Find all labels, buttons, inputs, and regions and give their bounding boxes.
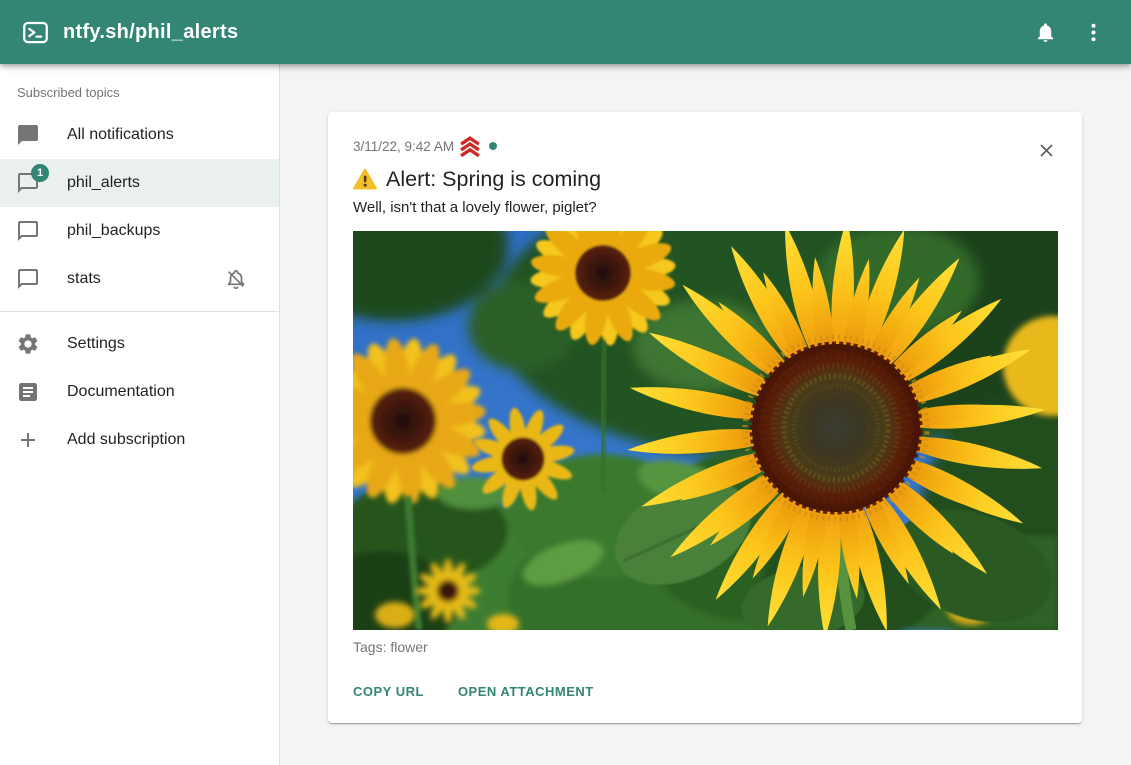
notification-tags: Tags: flower [353,639,1058,655]
notifications-off-icon [224,267,248,291]
chat-bubble-outline-icon [16,267,40,291]
sidebar-item-add-subscription[interactable]: Add subscription [0,416,279,464]
sidebar-item-all-notifications[interactable]: All notifications [0,111,279,159]
chat-bubble-filled-icon [16,123,40,147]
sidebar-item-label: phil_alerts [67,174,140,192]
sidebar-item-label: All notifications [67,126,174,144]
notification-title: Alert: Spring is coming [386,165,601,193]
terminal-logo-icon [22,19,49,46]
notification-title-row: Alert: Spring is coming [353,165,1058,193]
unread-count-badge: 1 [31,164,49,182]
sidebar-item-label: stats [67,270,101,288]
sidebar: Subscribed topics All notifications 1 ph… [0,64,280,765]
notification-actions: COPY URL OPEN ATTACHMENT [353,680,1058,703]
notification-meta: 3/11/22, 9:42 AM [353,135,1058,157]
notifications-icon[interactable] [1023,10,1067,54]
attachment-image[interactable] [353,231,1058,630]
sidebar-item-phil-alerts[interactable]: 1 phil_alerts [0,159,279,207]
notification-body: Well, isn't that a lovely flower, piglet… [353,199,1058,216]
sidebar-item-documentation[interactable]: Documentation [0,368,279,416]
plus-icon [16,428,40,452]
sidebar-item-label: Documentation [67,383,175,401]
chat-bubble-outline-icon [16,219,40,243]
sidebar-item-label: Settings [67,335,125,353]
priority-max-icon [458,135,482,157]
sidebar-item-label: Add subscription [67,431,185,449]
sidebar-item-stats[interactable]: stats [0,255,279,303]
notification-timestamp: 3/11/22, 9:42 AM [353,139,454,154]
page-title: ntfy.sh/phil_alerts [63,21,238,44]
sidebar-divider [0,311,279,312]
sidebar-section-label: Subscribed topics [0,64,279,111]
close-icon[interactable] [1032,136,1060,164]
sidebar-item-label: phil_backups [67,222,160,240]
article-icon [16,380,40,404]
kebab-menu-icon[interactable] [1071,10,1115,54]
open-attachment-button[interactable]: OPEN ATTACHMENT [458,680,594,703]
sidebar-item-phil-backups[interactable]: phil_backups [0,207,279,255]
main-content: 3/11/22, 9:42 AM [280,64,1131,765]
sidebar-item-settings[interactable]: Settings [0,320,279,368]
copy-url-button[interactable]: COPY URL [353,680,424,703]
settings-gear-icon [16,332,40,356]
notification-card: 3/11/22, 9:42 AM [328,112,1082,723]
chat-bubble-outline-icon: 1 [16,171,40,195]
warning-emoji-icon [353,167,377,191]
unread-dot [489,142,497,150]
app-bar: ntfy.sh/phil_alerts [0,0,1131,64]
